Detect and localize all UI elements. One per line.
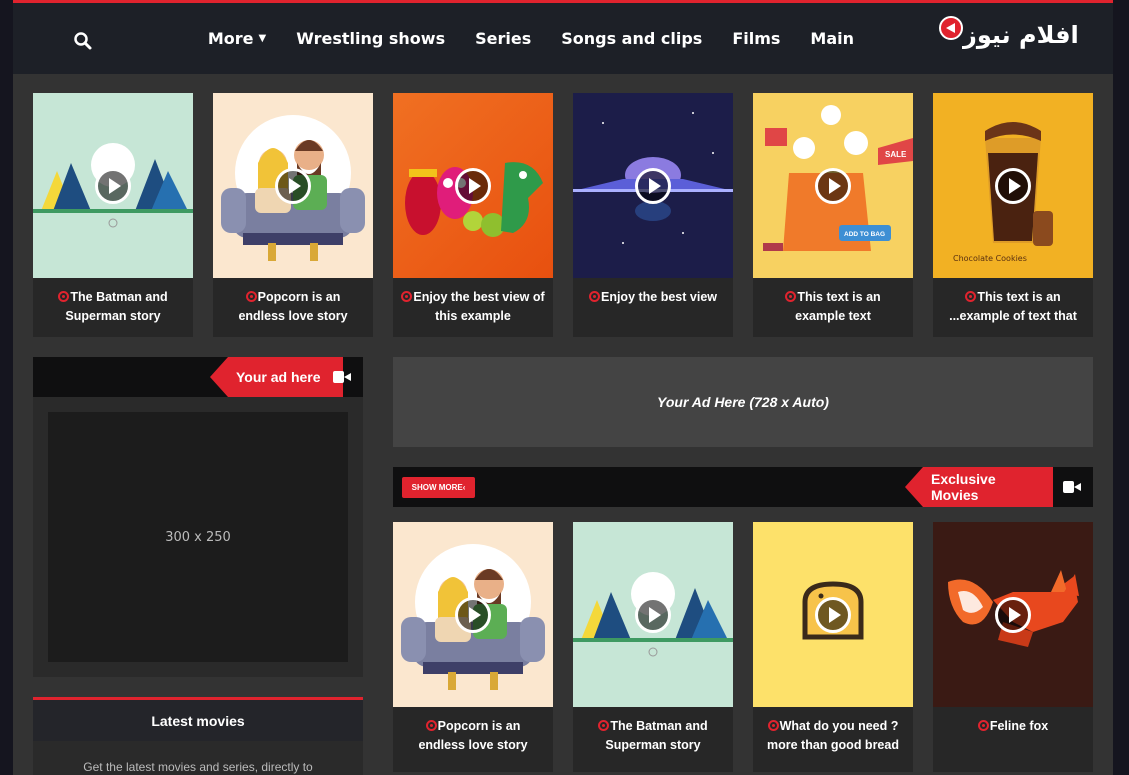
video-camera-icon xyxy=(1063,481,1081,493)
card-title[interactable]: The Batman and Superman story xyxy=(33,278,193,337)
search-icon[interactable] xyxy=(73,31,93,51)
add-to-bag-text: ADD TO BAG xyxy=(844,231,885,238)
play-icon[interactable] xyxy=(455,168,491,204)
play-dot-icon xyxy=(977,720,989,731)
latest-movies-header: Latest movies xyxy=(33,697,363,741)
site-logo[interactable]: افلام نيوز xyxy=(939,15,1079,57)
thumbnail-fox xyxy=(933,522,1093,707)
movie-card[interactable]: The Batman and Superman story xyxy=(33,93,193,337)
thumbnail-ufo xyxy=(573,93,733,278)
play-icon[interactable] xyxy=(275,168,311,204)
movie-card[interactable]: Enjoy the best view of this example xyxy=(393,93,553,337)
movie-card[interactable]: Popcorn is an endless love story xyxy=(393,522,553,772)
play-icon[interactable] xyxy=(455,597,491,633)
play-icon[interactable] xyxy=(815,597,851,633)
card-title[interactable]: Popcorn is an endless love story xyxy=(393,707,553,766)
play-dot-icon xyxy=(598,720,610,731)
play-dot-icon xyxy=(588,291,600,302)
play-dot-icon xyxy=(401,291,413,302)
page: More ▼ Wrestling shows Series Songs and c… xyxy=(13,0,1113,775)
video-camera-icon xyxy=(333,371,351,383)
card-title[interactable]: What do you need ?more than good bread xyxy=(753,707,913,766)
play-icon[interactable] xyxy=(635,168,671,204)
thumbnail-couple-sofa xyxy=(213,93,373,278)
movie-card[interactable]: The Batman and Superman story xyxy=(573,522,733,772)
play-dot-icon xyxy=(965,291,977,302)
play-dot-icon xyxy=(425,720,437,731)
logo-text: افلام نيوز xyxy=(963,21,1079,49)
sidebar-widget-header: Your ad here xyxy=(33,357,363,397)
thumbnail-shopping: SALE ADD TO BAG xyxy=(753,93,913,278)
play-dot-icon xyxy=(58,291,70,302)
nav-films[interactable]: Films xyxy=(732,29,780,48)
play-badge-icon xyxy=(939,16,963,40)
sidebar-ad-box: 300 x 250 xyxy=(33,397,363,677)
movie-card[interactable]: What do you need ?more than good bread xyxy=(753,522,913,772)
play-icon[interactable] xyxy=(95,168,131,204)
play-icon[interactable] xyxy=(995,597,1031,633)
ad-placeholder-300x250[interactable]: 300 x 250 xyxy=(48,412,348,662)
card-title[interactable]: The Batman and Superman story xyxy=(573,707,733,766)
thumbnail-batman-superman xyxy=(573,522,733,707)
play-dot-icon xyxy=(245,291,257,302)
movie-card[interactable]: Feline fox xyxy=(933,522,1093,772)
exclusive-movies-header: SHOW MORE‹ Exclusive Movies xyxy=(393,467,1093,507)
sale-tag-text: SALE xyxy=(885,150,907,159)
thumbnail-bread xyxy=(753,522,913,707)
movie-card[interactable]: Chocolate Cookies This text is an ...exa… xyxy=(933,93,1093,337)
latest-movies-text: Get the latest movies and series, direct… xyxy=(33,741,363,775)
nav-more[interactable]: More ▼ xyxy=(208,29,266,48)
exclusive-movies-tag: Exclusive Movies xyxy=(905,467,1053,507)
thumbnail-batman-superman xyxy=(33,93,193,278)
play-dot-icon xyxy=(785,291,797,302)
show-more-button[interactable]: SHOW MORE‹ xyxy=(402,477,475,498)
card-title[interactable]: This text is an ...example of text that xyxy=(933,278,1093,337)
movie-card[interactable]: SALE ADD TO BAG This text is an example … xyxy=(753,93,913,337)
card-title[interactable]: Enjoy the best view of this example xyxy=(393,278,553,337)
movie-card[interactable]: Enjoy the best view xyxy=(573,93,733,337)
card-title[interactable]: Enjoy the best view xyxy=(573,278,733,337)
main-nav: More ▼ Wrestling shows Series Songs and c… xyxy=(178,3,854,74)
chocolate-cookies-text: Chocolate Cookies xyxy=(953,254,1027,263)
play-dot-icon xyxy=(767,720,779,731)
site-header: More ▼ Wrestling shows Series Songs and c… xyxy=(13,0,1113,74)
ad-placeholder-728[interactable]: Your Ad Here (728 x Auto) xyxy=(393,357,1093,447)
thumbnail-chocolate: Chocolate Cookies xyxy=(933,93,1093,278)
nav-songs-and-clips[interactable]: Songs and clips xyxy=(561,29,702,48)
play-icon[interactable] xyxy=(635,597,671,633)
card-title[interactable]: Popcorn is an endless love story xyxy=(213,278,373,337)
nav-series[interactable]: Series xyxy=(475,29,531,48)
chevron-down-icon: ▼ xyxy=(258,33,267,44)
thumbnail-couple-sofa xyxy=(393,522,553,707)
play-icon[interactable] xyxy=(815,168,851,204)
movie-card[interactable]: Popcorn is an endless love story xyxy=(213,93,373,337)
thumbnail-toys xyxy=(393,93,553,278)
card-title[interactable]: This text is an example text xyxy=(753,278,913,337)
nav-wrestling-shows[interactable]: Wrestling shows xyxy=(296,29,445,48)
play-icon[interactable] xyxy=(995,168,1031,204)
card-title[interactable]: Feline fox xyxy=(933,707,1093,766)
nav-main[interactable]: Main xyxy=(810,29,854,48)
widget-title-tag: Your ad here xyxy=(210,357,343,397)
